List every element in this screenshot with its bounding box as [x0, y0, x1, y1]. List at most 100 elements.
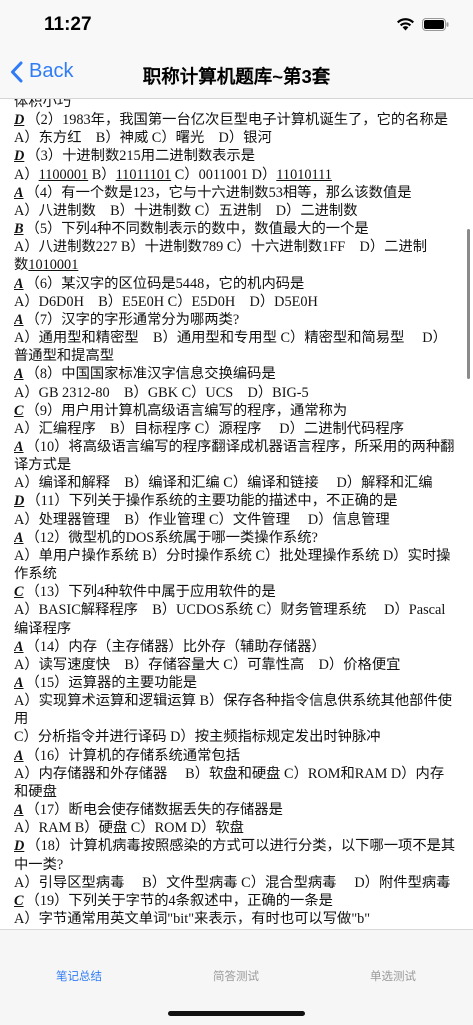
text-line: 体积小巧	[14, 99, 461, 111]
line-text: （4）有一个数是123，它与十六进制数53相等，那么该数值是	[25, 184, 412, 201]
text-line: A）实现算术运算和逻辑运算 B）保存各种指令信息供系统其他部件使	[14, 692, 461, 710]
line-text: （10）将高级语言编写的程序翻译成机器语言程序，所采用的两种翻	[25, 438, 455, 455]
text-line: A （7）汉字的字形通常分为哪两类?	[14, 311, 461, 329]
line-text: A）GB 2312-80 B）GBK C）UCS D）BIG-5	[14, 384, 309, 401]
line-text: A）RAM B）硬盘 C）ROM D）软盘	[14, 820, 244, 837]
text-line: 用	[14, 710, 461, 728]
text-line: C （13）下列4种软件中属于应用软件的是	[14, 583, 461, 601]
line-text: （2）1983年，我国第一台亿次巨型电子计算机诞生了，它的名称是	[26, 112, 449, 129]
home-indicator	[168, 1011, 305, 1016]
line-text: A）编译和解释 B）编译和汇编 C）编译和链接 D）解释和汇编	[14, 475, 433, 492]
line-text: A）通用型和精密型 B）通用型和专用型 C）精密型和简易型 D）	[14, 330, 447, 347]
underlined-value: 11011101	[115, 166, 172, 183]
text-line: A）读写速度快 B）存储容量大 C）可靠性高 D）价格便宜	[14, 656, 461, 674]
line-text: 普通型和提高型	[14, 348, 115, 365]
answer-letter: B	[14, 221, 24, 238]
text-line: A）字节通常用英文单词"bit"来表示，有时也可以写做"b"	[14, 910, 461, 928]
question-content[interactable]: 体积小巧 D （2）1983年，我国第一台亿次巨型电子计算机诞生了，它的名称是 A）东…	[0, 99, 473, 928]
text-line: 中一类?	[14, 856, 461, 874]
line-text: （12）微型机的DOS系统属于哪一类操作系统?	[25, 529, 318, 546]
question-text-block: 体积小巧 D （2）1983年，我国第一台亿次巨型电子计算机诞生了，它的名称是 A）东…	[14, 99, 461, 928]
text-line: A）内存储器和外存储器 B）软盘和硬盘 C）ROM和RAM D）内存	[14, 765, 461, 783]
line-text: A）八进制数 B）十进制数 C）五进制 D）二进制数	[14, 202, 358, 219]
text-line: A）东方红 B）神威 C）曙光 D）银河	[14, 129, 461, 147]
text-line: A）D6D0H B）E5E0H C）E5D0H D）D5E0H	[14, 293, 461, 311]
underlined-value: 11010111	[276, 166, 332, 183]
answer-letter: A	[14, 802, 24, 819]
line-text: 体积小巧	[14, 99, 72, 110]
text-line: D （3）十进制数215用二进制数表示是	[14, 147, 461, 165]
line-text: A）D6D0H B）E5E0H C）E5D0H D）D5E0H	[14, 293, 318, 310]
line-text: C）0011001 D）	[171, 166, 277, 183]
text-line: A （17）断电会使存储数据丢失的存储器是	[14, 801, 461, 819]
answer-letter: C	[14, 892, 24, 909]
line-text: B）	[88, 166, 116, 183]
text-line: A （4）有一个数是123，它与十六进制数53相等，那么该数值是	[14, 184, 461, 202]
text-line: A）编译和解释 B）编译和汇编 C）编译和链接 D）解释和汇编	[14, 474, 461, 492]
line-text: A）字节通常用英文单词"bit"来表示，有时也可以写做"b"	[14, 911, 371, 928]
line-text: （14）内存（主存储器）比外存（辅助存储器）	[25, 638, 326, 655]
text-line: A）八进制数 B）十进制数 C）五进制 D）二进制数	[14, 202, 461, 220]
line-text: （6）某汉字的区位码是5448，它的机内码是	[25, 275, 305, 292]
text-line: A）GB 2312-80 B）GBK C）UCS D）BIG-5	[14, 384, 461, 402]
line-text: A）东方红 B）神威 C）曙光 D）银河	[14, 130, 272, 147]
text-line: A）处理器管理 B）作业管理 C）文件管理 D）信息管理	[14, 511, 461, 529]
status-bar: 11:27	[0, 0, 473, 52]
text-line: A）RAM B）硬盘 C）ROM D）软盘	[14, 819, 461, 837]
text-line: D （2）1983年，我国第一台亿次巨型电子计算机诞生了，它的名称是	[14, 111, 461, 129]
text-line: 和硬盘	[14, 783, 461, 801]
text-line: A）八进制数227 B）十进制数789 C）十六进制数1FF D）二进制	[14, 238, 461, 256]
scrollbar[interactable]	[467, 229, 470, 379]
answer-letter: D	[14, 493, 25, 510]
line-text: 数	[14, 257, 29, 274]
text-line: C）分析指令并进行译码 D）按主频指标规定发出时钟脉冲	[14, 728, 461, 746]
line-text: （15）运算器的主要功能是	[25, 675, 198, 691]
line-text: （19）下列关于字节的4条叙述中，正确的一条是	[25, 892, 333, 909]
answer-letter: A	[14, 675, 24, 691]
line-text: 用	[14, 711, 29, 728]
text-line: 普通型和提高型	[14, 347, 461, 365]
text-line: A）BASIC解释程序 B）UCDOS系统 C）财务管理系统 D）Pascal	[14, 601, 461, 619]
line-text: C）分析指令并进行译码 D）按主频指标规定发出时钟脉冲	[14, 729, 381, 746]
text-line: 译方式是	[14, 456, 461, 474]
line-text: （3）十进制数215用二进制数表示是	[26, 148, 256, 165]
line-text: （18）计算机病毒按照感染的方式可以进行分类，以下哪一项不是其	[26, 838, 456, 855]
battery-icon	[422, 17, 449, 31]
answer-letter: A	[14, 366, 24, 383]
line-text: A）处理器管理 B）作业管理 C）文件管理 D）信息管理	[14, 511, 390, 528]
text-line: A （10）将高级语言编写的程序翻译成机器语言程序，所采用的两种翻	[14, 438, 461, 456]
text-line: A （14）内存（主存储器）比外存（辅助存储器）	[14, 638, 461, 656]
answer-letter: A	[14, 438, 24, 455]
line-text: （5）下列4种不同数制表示的数中，数值最大的一个是	[25, 221, 369, 238]
navigation-bar: Back 职称计算机题库~第3套	[0, 52, 473, 99]
text-line: A）通用型和精密型 B）通用型和专用型 C）精密型和简易型 D）	[14, 329, 461, 347]
line-text: A）	[14, 166, 39, 183]
line-text: A）BASIC解释程序 B）UCDOS系统 C）财务管理系统 D）Pascal	[14, 602, 446, 619]
line-text: 译方式是	[14, 457, 72, 474]
line-text: （7）汉字的字形通常分为哪两类?	[25, 311, 240, 328]
text-line: A）1100001 B）11011101 C）0011001 D）1101011…	[14, 166, 461, 184]
line-text: 作系统	[14, 566, 57, 583]
answer-letter: A	[14, 184, 24, 201]
answer-letter: A	[14, 747, 24, 764]
text-line: A）引导区型病毒 B）文件型病毒 C）混合型病毒 D）附件型病毒	[14, 874, 461, 892]
tab-notes[interactable]: 笔记总结	[19, 968, 139, 984]
tab-short-answer[interactable]: 简答测试	[176, 968, 296, 984]
page-title: 职称计算机题库~第3套	[142, 66, 331, 87]
answer-letter: A	[14, 529, 24, 546]
text-line: A （16）计算机的存储系统通常包括	[14, 747, 461, 765]
line-text: （11）下列关于操作系统的主要功能的描述中，不正确的是	[26, 493, 398, 510]
line-text: A）读写速度快 B）存储容量大 C）可靠性高 D）价格便宜	[14, 656, 401, 673]
answer-letter: D	[14, 148, 25, 165]
tab-single-choice[interactable]: 单选测试	[333, 968, 453, 984]
text-line: D （11）下列关于操作系统的主要功能的描述中，不正确的是	[14, 492, 461, 510]
answer-letter: D	[14, 112, 25, 129]
line-text: A）汇编程序 B）目标程序 C）源程序 D）二进制代码程序	[14, 420, 404, 437]
text-line: C （19）下列关于字节的4条叙述中，正确的一条是	[14, 892, 461, 910]
underlined-value: 1010001	[28, 257, 79, 274]
text-line: A）汇编程序 B）目标程序 C）源程序 D）二进制代码程序	[14, 420, 461, 438]
line-text: （8）中国国家标准汉字信息交换编码是	[25, 366, 276, 383]
text-line: A （12）微型机的DOS系统属于哪一类操作系统?	[14, 529, 461, 547]
text-line: A （15）运算器的主要功能是	[14, 674, 461, 692]
answer-letter: C	[14, 402, 24, 419]
